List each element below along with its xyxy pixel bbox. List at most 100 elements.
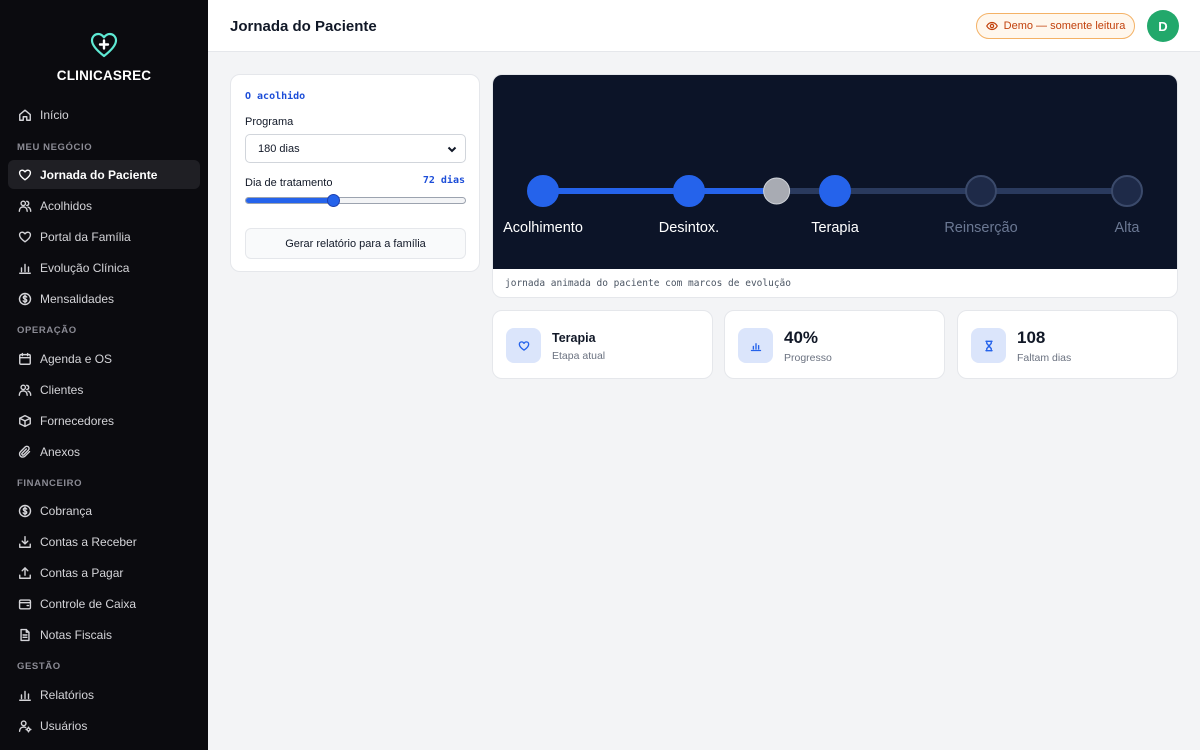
journey-timeline-graphic xyxy=(527,175,1143,207)
treatment-day-label: Dia de tratamento xyxy=(245,177,333,189)
upload-icon xyxy=(18,566,32,580)
sidebar-item-label: Notas Fiscais xyxy=(40,627,113,642)
demo-badge-label: Demo — somente leitura xyxy=(1003,20,1126,32)
calendar-icon xyxy=(18,352,32,366)
program-select[interactable]: 180 dias xyxy=(245,134,466,163)
box-icon xyxy=(18,414,32,428)
sidebar-item-acolhidos[interactable]: Acolhidos xyxy=(8,191,200,220)
brand: CLINICASREC xyxy=(0,30,208,83)
download-icon xyxy=(18,535,32,549)
stat-value: 108 xyxy=(1017,328,1046,347)
heart-plus-logo-icon xyxy=(90,32,118,58)
home-icon xyxy=(18,108,32,122)
sidebar-item-contas-a-pagar[interactable]: Contas a Pagar xyxy=(8,558,200,587)
sidebar-item-relatorios[interactable]: Relatórios xyxy=(8,680,200,709)
program-select-value: 180 dias xyxy=(258,142,300,155)
sidebar-item-label: Fornecedores xyxy=(40,413,115,428)
sidebar-item-clientes[interactable]: Clientes xyxy=(8,375,200,404)
sidebar-item-label: Evolução Clínica xyxy=(40,260,130,275)
sidebar-item-label: Acolhidos xyxy=(40,198,93,213)
sidebar-item-evolucao-clinica[interactable]: Evolução Clínica xyxy=(8,253,200,282)
bar-chart-icon xyxy=(18,688,32,702)
sidebar-item-contas-a-receber[interactable]: Contas a Receber xyxy=(8,527,200,556)
sidebar-item-label: Relatórios xyxy=(40,687,95,702)
journey-stage-label: Reinserção xyxy=(944,220,1018,236)
sidebar-item-label: Jornada do Paciente xyxy=(40,167,158,182)
generate-family-report-button[interactable]: Gerar relatório para a família xyxy=(245,228,466,259)
sidebar-item-label: Portal da Família xyxy=(40,229,131,244)
slider-fill xyxy=(246,198,334,203)
sidebar-item-controle-de-caixa[interactable]: Controle de Caixa xyxy=(8,589,200,618)
section-label-financeiro: FINANCEIRO xyxy=(17,478,83,489)
sidebar-item-label: Mensalidades xyxy=(40,291,115,306)
journey-progress-marker xyxy=(763,177,791,205)
stat-label: Faltam dias xyxy=(1017,352,1072,364)
sidebar-item-agenda-e-os[interactable]: Agenda e OS xyxy=(8,344,200,373)
sidebar-item-label: Contas a Pagar xyxy=(40,565,124,580)
brand-name: CLINICASREC xyxy=(56,68,152,83)
sidebar-item-label: Início xyxy=(40,107,69,122)
stat-label: Progresso xyxy=(784,352,832,364)
journey-stage-node xyxy=(1111,175,1143,207)
treatment-day-slider[interactable] xyxy=(245,194,466,207)
heart-icon xyxy=(18,168,32,182)
section-label-meu-negocio: MEU NEGÓCIO xyxy=(17,142,93,153)
journey-card: Acolhimento Desintox. Terapia Reinserção Alt… xyxy=(492,74,1178,298)
journey-stage-label: Terapia xyxy=(811,220,859,236)
journey-stage-node xyxy=(819,175,851,207)
users-icon xyxy=(18,383,32,397)
hourglass-icon xyxy=(971,328,1006,363)
stat-value: Terapia xyxy=(552,331,596,345)
heart-icon xyxy=(18,230,32,244)
stat-card-current-stage: Terapia Etapa atual xyxy=(492,310,713,379)
eye-icon xyxy=(985,21,998,31)
sidebar-item-jornada-do-paciente[interactable]: Jornada do Paciente xyxy=(8,160,200,189)
journey-stage-label: Acolhimento xyxy=(503,220,583,236)
paperclip-icon xyxy=(18,445,32,459)
section-label-gestao: GESTÃO xyxy=(17,661,61,672)
sidebar-item-mensalidades[interactable]: Mensalidades xyxy=(8,284,200,313)
sidebar-item-portal-da-familia[interactable]: Portal da Família xyxy=(8,222,200,251)
journey-stage-label: Alta xyxy=(1114,220,1140,236)
sidebar-item-anexos[interactable]: Anexos xyxy=(8,437,200,466)
demo-readonly-badge: Demo — somente leitura xyxy=(976,13,1135,39)
stat-card-progress: 40% Progresso xyxy=(724,310,945,379)
journey-stage-node xyxy=(673,175,705,207)
dollar-circle-icon xyxy=(18,504,32,518)
sidebar-item-label: Agenda e OS xyxy=(40,351,113,366)
journey-timeline: Acolhimento Desintox. Terapia Reinserção Alt… xyxy=(493,75,1177,269)
stat-label: Etapa atual xyxy=(552,350,606,362)
journey-controls-card: O acolhido Programa 180 dias Dia de trat… xyxy=(230,74,480,272)
journey-stage-node xyxy=(527,175,559,207)
journey-caption: jornada animada do paciente com marcos d… xyxy=(505,278,791,289)
sidebar-item-label: Usuários xyxy=(40,718,88,733)
program-label: Programa xyxy=(245,116,294,128)
page-title: Jornada do Paciente xyxy=(230,18,377,35)
sidebar-item-fornecedores[interactable]: Fornecedores xyxy=(8,406,200,435)
sidebar-item-label: Cobrança xyxy=(40,503,93,518)
sidebar-item-label: Clientes xyxy=(40,382,84,397)
sidebar-item-usuarios[interactable]: Usuários xyxy=(8,711,200,740)
user-gear-icon xyxy=(18,719,32,733)
patient-name: O acolhido xyxy=(245,91,306,102)
sidebar-item-inicio[interactable]: Início xyxy=(8,100,200,129)
heart-icon xyxy=(506,328,541,363)
wallet-icon xyxy=(18,597,32,611)
bar-chart-icon xyxy=(738,328,773,363)
chevron-down-icon xyxy=(447,144,457,154)
sidebar-item-cobranca[interactable]: Cobrança xyxy=(8,496,200,525)
treatment-day-value: 72 dias xyxy=(422,175,465,186)
section-label-operacao: OPERAÇÃO xyxy=(17,325,77,336)
journey-stage-label: Desintox. xyxy=(658,220,720,236)
journey-stage-node xyxy=(965,175,997,207)
bar-chart-icon xyxy=(18,261,32,275)
sidebar-item-label: Anexos xyxy=(40,444,81,459)
slider-thumb[interactable] xyxy=(327,194,341,207)
dollar-circle-icon xyxy=(18,292,32,306)
top-header: Jornada do Paciente Demo — somente leitu… xyxy=(208,0,1200,52)
sidebar-item-notas-fiscais[interactable]: Notas Fiscais xyxy=(8,620,200,649)
users-icon xyxy=(18,199,32,213)
avatar[interactable]: D xyxy=(1147,10,1179,42)
stat-value: 40% xyxy=(784,328,819,347)
stat-card-days-left: 108 Faltam dias xyxy=(957,310,1178,379)
